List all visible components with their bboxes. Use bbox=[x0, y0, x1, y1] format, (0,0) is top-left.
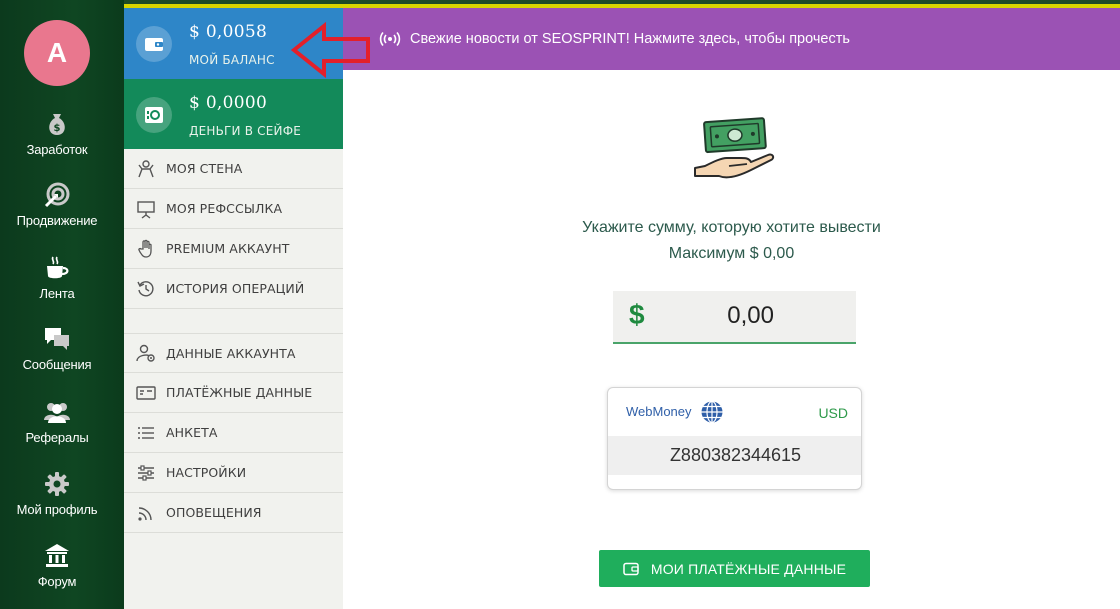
menu-item-label: НАСТРОЙКИ bbox=[166, 465, 247, 480]
safe-caption: ДЕНЬГИ В СЕЙФЕ bbox=[189, 124, 302, 138]
wallet-currency: USD bbox=[818, 405, 848, 421]
wallet-icon bbox=[623, 562, 639, 575]
menu-item-label: ДАННЫЕ АККАУНТА bbox=[166, 345, 296, 361]
top-strip bbox=[124, 0, 1120, 8]
balance-caption: МОЙ БАЛАНС bbox=[189, 53, 275, 67]
wallet-icon bbox=[145, 38, 163, 51]
menu-item-notifications[interactable]: ОПОВЕЩЕНИЯ bbox=[124, 493, 343, 533]
menu-item-label: PREMIUM АККАУНТ bbox=[166, 241, 290, 256]
menu-item-reflink[interactable]: МОЯ РЕФССЫЛКА bbox=[124, 189, 343, 229]
gear-icon bbox=[45, 472, 69, 496]
menu-item-label: ПЛАТЁЖНЫЕ ДАННЫЕ bbox=[166, 385, 313, 400]
currency-symbol: $ bbox=[629, 299, 645, 330]
menu-item-account-data[interactable]: ДАННЫЕ АККАУНТА bbox=[124, 333, 343, 373]
sliders-icon bbox=[138, 464, 154, 481]
main-nav: A $ Заработок Продвижение Лента Сообщени… bbox=[0, 0, 124, 609]
balance-amount: $ 0,0058 bbox=[189, 22, 268, 42]
menu-item-label: МОЯ СТЕНА bbox=[166, 161, 243, 176]
safe-icon-wrap bbox=[136, 97, 172, 133]
safe-card[interactable]: $ 0,0000 ДЕНЬГИ В СЕЙФЕ bbox=[124, 79, 343, 149]
cash-hand-icon bbox=[694, 117, 775, 179]
account-sidebar: $ 0,0058 МОЙ БАЛАНС $ 0,0000 ДЕНЬГИ В СЕ… bbox=[124, 8, 343, 609]
nav-label: Мой профиль bbox=[16, 502, 98, 517]
menu-item-label: ИСТОРИЯ ОПЕРАЦИЙ bbox=[166, 281, 305, 296]
nav-item-earnings[interactable]: $ Заработок bbox=[0, 110, 114, 157]
withdraw-panel: Укажите сумму, которую хотите вывести Ма… bbox=[343, 70, 1120, 609]
money-bag-icon: $ bbox=[49, 114, 65, 135]
safe-icon bbox=[145, 107, 163, 123]
coffee-cup-icon bbox=[47, 256, 69, 279]
withdraw-max: Максимум $ 0,00 bbox=[668, 245, 795, 262]
history-icon bbox=[137, 280, 154, 296]
nav-label: Рефералы bbox=[25, 430, 89, 445]
svg-text:$: $ bbox=[54, 123, 61, 134]
nav-label: Продвижение bbox=[16, 213, 98, 228]
list-icon bbox=[138, 426, 154, 439]
broadcast-icon bbox=[379, 31, 401, 47]
menu-item-label: АНКЕТА bbox=[166, 425, 218, 440]
nav-label: Заработок bbox=[26, 142, 88, 157]
payment-data-button-label: МОИ ПЛАТЁЖНЫЕ ДАННЫЕ bbox=[650, 560, 847, 577]
menu-item-wall[interactable]: МОЯ СТЕНА bbox=[124, 149, 343, 189]
target-icon bbox=[44, 182, 70, 208]
nav-item-messages[interactable]: Сообщения bbox=[0, 325, 114, 372]
wall-icon bbox=[138, 159, 154, 177]
nav-item-profile[interactable]: Мой профиль bbox=[0, 470, 114, 517]
hand-icon bbox=[138, 239, 152, 258]
nav-label: Лента bbox=[39, 286, 75, 301]
wallet-purse-number: Z880382344615 bbox=[608, 436, 861, 475]
wallet-card[interactable]: WebMoney USD Z880382344615 bbox=[607, 387, 862, 490]
webmoney-logo: WebMoney bbox=[626, 404, 692, 419]
withdraw-prompt: Укажите сумму, которую хотите вывести bbox=[582, 219, 881, 236]
nav-label: Сообщения bbox=[22, 357, 92, 372]
menu-item-label: ОПОВЕЩЕНИЯ bbox=[166, 505, 262, 520]
wallet-icon-wrap bbox=[136, 26, 172, 62]
nav-item-referrals[interactable]: Рефералы bbox=[0, 398, 114, 445]
amount-input[interactable]: $ 0,00 bbox=[613, 291, 856, 344]
nav-item-forum[interactable]: Форум bbox=[0, 542, 114, 589]
menu-item-questionnaire[interactable]: АНКЕТА bbox=[124, 413, 343, 453]
nav-item-promotion[interactable]: Продвижение bbox=[0, 181, 114, 228]
account-menu: МОЯ СТЕНА МОЯ РЕФССЫЛКА PREMIUM АККАУНТ … bbox=[124, 149, 343, 533]
menu-item-settings[interactable]: НАСТРОЙКИ bbox=[124, 453, 343, 493]
avatar[interactable]: A bbox=[24, 20, 90, 86]
webmoney-globe-icon bbox=[701, 400, 723, 424]
menu-item-label: МОЯ РЕФССЫЛКА bbox=[166, 201, 283, 216]
building-icon bbox=[45, 544, 69, 567]
users-icon bbox=[44, 403, 70, 423]
chat-icon bbox=[45, 328, 69, 350]
payment-card-icon bbox=[136, 385, 156, 400]
user-settings-icon bbox=[136, 344, 155, 362]
menu-item-payment-data[interactable]: ПЛАТЁЖНЫЕ ДАННЫЕ bbox=[124, 373, 343, 413]
safe-amount: $ 0,0000 bbox=[189, 93, 268, 113]
nav-item-feed[interactable]: Лента bbox=[0, 254, 114, 301]
news-banner[interactable]: Свежие новости от SEOSPRINT! Нажмите зде… bbox=[343, 8, 1120, 70]
amount-value[interactable]: 0,00 bbox=[727, 302, 774, 330]
news-banner-text: Свежие новости от SEOSPRINT! Нажмите зде… bbox=[410, 31, 850, 47]
payment-data-button[interactable]: МОИ ПЛАТЁЖНЫЕ ДАННЫЕ bbox=[599, 550, 870, 587]
presentation-icon bbox=[137, 200, 155, 219]
menu-item-premium[interactable]: PREMIUM АККАУНТ bbox=[124, 229, 343, 269]
rss-icon bbox=[138, 506, 152, 521]
menu-item-history[interactable]: ИСТОРИЯ ОПЕРАЦИЙ bbox=[124, 269, 343, 309]
nav-label: Форум bbox=[37, 574, 77, 589]
